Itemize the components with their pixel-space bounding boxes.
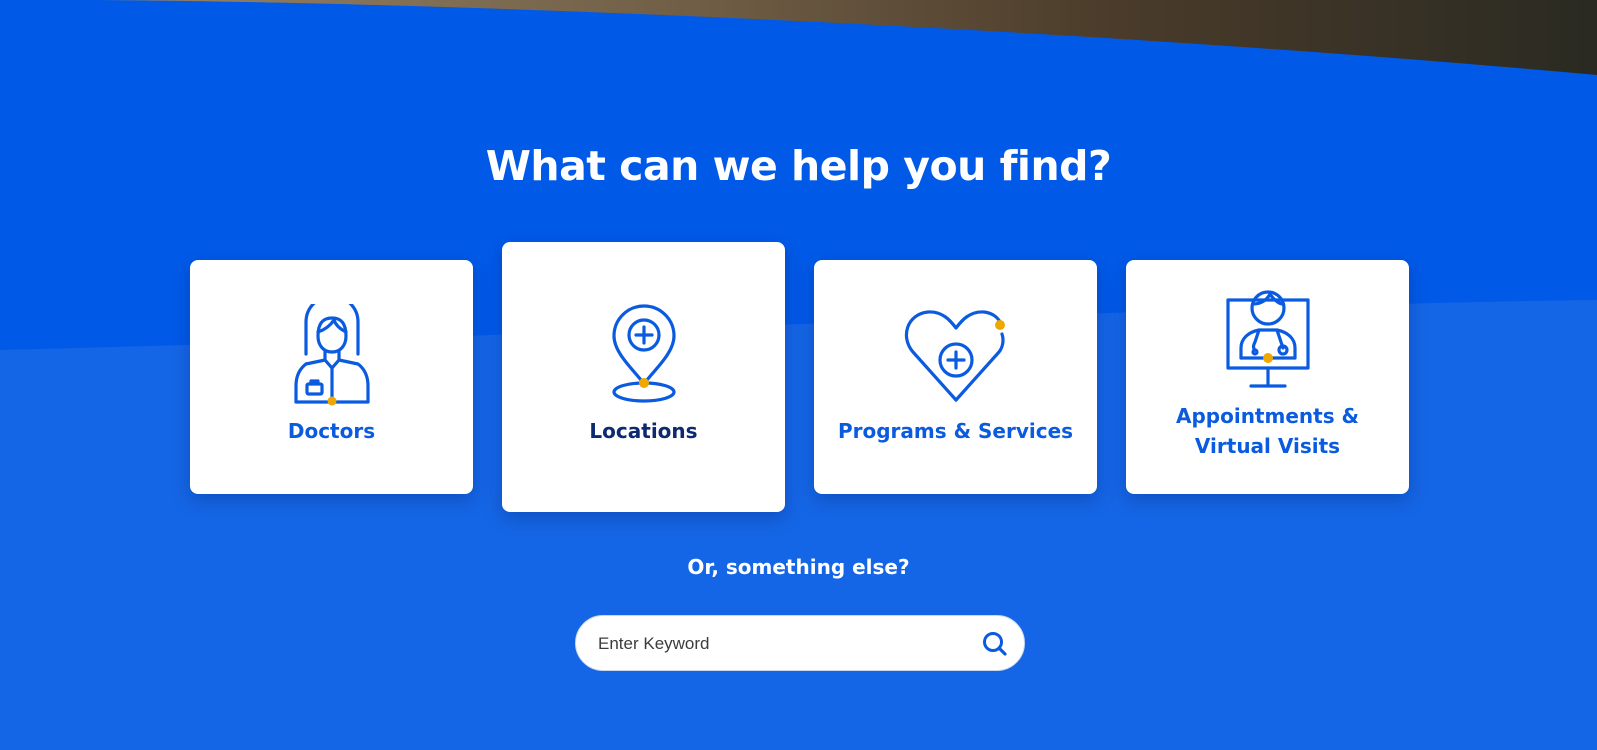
card-programs-services-label: Programs & Services xyxy=(837,419,1074,443)
virtual-visit-icon xyxy=(1225,290,1310,388)
card-programs-services[interactable]: Programs & Services xyxy=(814,260,1097,494)
card-appointments-virtual-visits[interactable]: Appointments & Virtual Visits xyxy=(1126,260,1409,494)
card-doctors-label: Doctors xyxy=(287,419,376,443)
heart-plus-icon xyxy=(904,310,1005,402)
search-icon xyxy=(983,632,1007,656)
search-box xyxy=(575,615,1025,671)
search-input[interactable] xyxy=(596,624,960,664)
card-appointments-label: Appointments & Virtual Visits xyxy=(1175,404,1360,458)
card-locations-label: Locations xyxy=(589,419,698,443)
search-button[interactable] xyxy=(980,629,1010,659)
card-doctors[interactable]: Doctors xyxy=(190,260,473,494)
section-subtitle: Or, something else? xyxy=(687,555,910,579)
card-locations[interactable]: Locations xyxy=(502,242,785,512)
section-title: What can we help you find? xyxy=(485,142,1112,190)
location-pin-icon xyxy=(611,304,676,403)
doctor-icon xyxy=(293,304,370,406)
